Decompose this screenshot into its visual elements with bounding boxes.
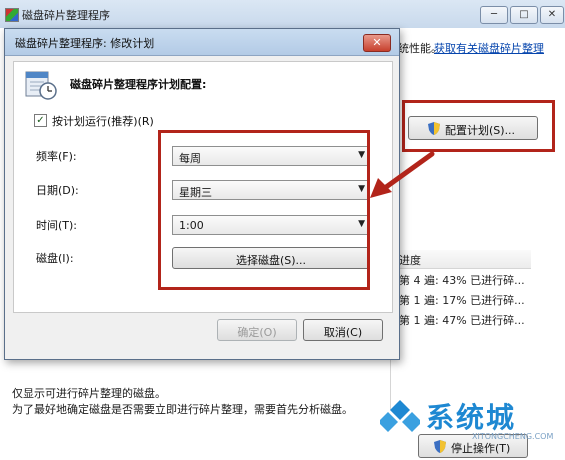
progress-row: 第 4 遍: 43% 已进行碎... [399,274,525,287]
schedule-clock-icon [25,71,57,100]
watermark-text: 系统城 [426,401,517,434]
help-link[interactable]: 获取有关磁盘碎片整理 [434,40,544,56]
defrag-app-icon [5,8,19,22]
dialog-heading: 磁盘碎片整理程序计划配置: [70,78,207,91]
dialog-title: 磁盘碎片整理程序: 修改计划 [15,37,155,50]
progress-row: 第 1 遍: 47% 已进行碎... [399,314,525,327]
main-titlebar[interactable]: 磁盘碎片整理程序 ─ □ ✕ [0,0,565,29]
annotation-box-fields [158,130,370,290]
frequency-label: 频率(F): [36,150,77,163]
run-on-schedule-checkbox[interactable]: ✓ [34,114,47,127]
run-on-schedule-label[interactable]: 按计划运行(推荐)(R) [52,113,154,129]
progress-column-header[interactable]: 进度 [391,250,531,269]
annotation-box-configure [402,100,555,152]
dialog-close-button[interactable]: ✕ [363,34,391,52]
watermark-logo-icon [380,400,420,432]
footer-line: 为了最好地确定磁盘是否需要立即进行碎片整理，需要首先分析磁盘。 [12,403,353,416]
progress-header-label: 进度 [399,254,421,267]
ok-button[interactable]: 确定(O) [217,319,297,341]
annotation-arrow-icon [370,151,435,198]
watermark-url: XITONGCHENG.COM [472,432,554,441]
maximize-button[interactable]: □ [510,6,538,24]
progress-list[interactable]: 进度 第 4 遍: 43% 已进行碎... 第 1 遍: 17% 已进行碎...… [390,250,531,410]
disk-label: 磁盘(I): [36,252,74,265]
footer-line: 仅显示可进行碎片整理的磁盘。 [12,387,166,400]
minimize-button[interactable]: ─ [480,6,508,24]
day-label: 日期(D): [36,184,79,197]
time-label: 时间(T): [36,219,78,232]
progress-row: 第 1 遍: 17% 已进行碎... [399,294,525,307]
stop-operation-label: 停止操作(T) [451,442,511,455]
dialog-titlebar[interactable]: 磁盘碎片整理程序: 修改计划 ✕ [5,29,399,56]
main-close-button[interactable]: ✕ [540,6,564,24]
watermark: 系统城 XITONGCHENG.COM [380,392,565,442]
cancel-button[interactable]: 取消(C) [303,319,383,341]
main-window-title: 磁盘碎片整理程序 [22,9,110,22]
